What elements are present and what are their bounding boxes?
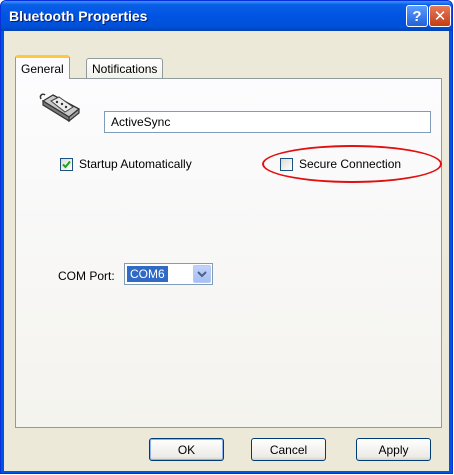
checkmark-icon (62, 160, 71, 168)
close-button[interactable]: ✕ (429, 5, 451, 27)
help-icon: ? (412, 7, 422, 25)
startup-automatically-checkbox[interactable] (60, 157, 73, 171)
com-port-label: COM Port: (58, 269, 115, 283)
help-button[interactable]: ? (406, 5, 428, 27)
com-port-select[interactable]: COM6 (124, 263, 213, 285)
device-name-field[interactable]: ActiveSync (104, 111, 431, 133)
general-tab-panel: ActiveSync Startup Automatically Secure … (15, 78, 442, 428)
ok-button[interactable]: OK (149, 438, 224, 461)
startup-automatically-label: Startup Automatically (79, 157, 192, 171)
com-port-dropdown-button[interactable] (193, 265, 211, 283)
window-title: Bluetooth Properties (9, 8, 148, 24)
title-bar[interactable]: Bluetooth Properties ? ✕ (1, 1, 452, 31)
tab-notifications[interactable]: Notifications (86, 58, 164, 80)
serial-connector-icon (39, 93, 81, 123)
chevron-down-icon (197, 271, 207, 278)
apply-button[interactable]: Apply (356, 438, 431, 461)
com-port-value: COM6 (127, 266, 168, 282)
bluetooth-properties-window: Bluetooth Properties ? ✕ General Notific… (0, 0, 453, 474)
startup-automatically-checkbox-row[interactable]: Startup Automatically (60, 157, 192, 171)
red-annotation-ellipse (262, 145, 442, 183)
tab-general[interactable]: General (15, 55, 70, 79)
dialog-client-area: General Notifications ActiveSync Startup… (4, 31, 449, 471)
close-icon: ✕ (433, 8, 447, 25)
cancel-button[interactable]: Cancel (251, 438, 326, 461)
